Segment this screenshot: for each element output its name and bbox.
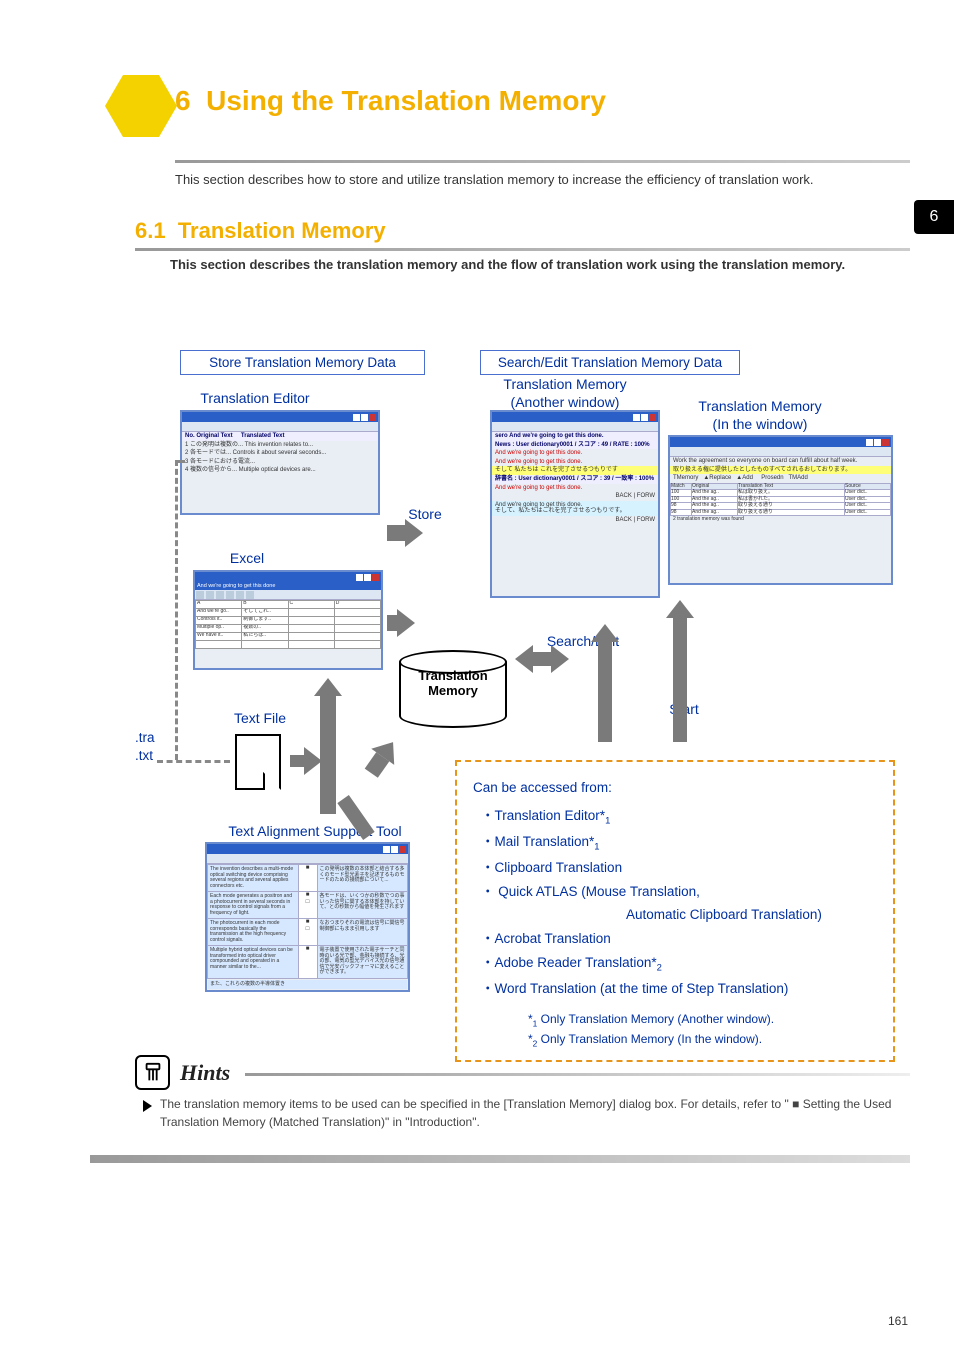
tm-another-window-screenshot: sero And we're going to get this done. N… <box>490 410 660 598</box>
tm-in-window-label: Translation Memory (In the window) <box>680 398 840 433</box>
access-item: Mail Translation*1 <box>481 830 877 856</box>
tm-in-window-line2: (In the window) <box>713 416 808 432</box>
access-item: Word Translation (at the time of Step Tr… <box>481 977 877 1001</box>
tm-another-window-line1: Translation Memory <box>503 376 626 392</box>
dashed-connector <box>175 460 178 760</box>
architecture-diagram: Store Translation Memory Data Search/Edi… <box>135 350 905 1042</box>
access-item: Adobe Reader Translation*2 <box>481 951 877 977</box>
bullet-arrow-icon <box>143 1100 152 1112</box>
alignment-tool-label: Text Alignment Support Tool <box>210 823 420 839</box>
divider <box>90 1155 910 1163</box>
tm-in-window-line1: Translation Memory <box>698 398 821 414</box>
hints-label: Hints <box>180 1060 230 1086</box>
double-arrow-icon <box>533 652 551 666</box>
access-item: Acrobat Translation <box>481 927 877 951</box>
arrow-icon <box>673 618 687 742</box>
cylinder-line1: Translation <box>418 668 487 683</box>
text-file-icon <box>235 734 281 790</box>
cylinder-line2: Memory <box>428 683 478 698</box>
store-tm-box: Store Translation Memory Data <box>180 350 425 375</box>
arrow-icon <box>320 714 336 814</box>
page-tab: 6 <box>914 200 954 234</box>
file-ext-tra: .tra <box>135 730 155 745</box>
section-lead: This section describes the translation m… <box>170 255 900 276</box>
translation-editor-screenshot: No. Original Text Translated Text 1 この発明… <box>180 410 380 515</box>
arrow-icon <box>598 642 612 742</box>
section-title: 6.1 Translation Memory <box>135 218 386 244</box>
chapter-title-text: Using the Translation Memory <box>206 85 606 116</box>
section-number: 6.1 <box>135 218 166 243</box>
can-access-box: Can be accessed from: Translation Editor… <box>455 760 895 1062</box>
chapter-number: 6 <box>175 85 191 116</box>
arrow-icon <box>387 615 397 631</box>
access-note: *2 Only Translation Memory (In the windo… <box>528 1030 877 1050</box>
tm-another-window-line2: (Another window) <box>511 394 620 410</box>
divider <box>245 1073 910 1076</box>
page-number-bottom: 161 <box>888 1314 908 1328</box>
arrow-icon <box>290 755 304 767</box>
access-title: Can be accessed from: <box>473 776 877 800</box>
excel-label: Excel <box>217 550 277 566</box>
arrow-icon <box>320 696 336 714</box>
text-file-label: Text File <box>220 710 300 726</box>
divider <box>175 160 910 163</box>
alignment-tool-screenshot: The invention describes a multi-mode opt… <box>205 842 410 992</box>
search-tm-box: Search/Edit Translation Memory Data <box>480 350 740 375</box>
access-note: *1 Only Translation Memory (Another wind… <box>528 1010 877 1030</box>
dashed-connector <box>175 460 185 463</box>
tm-in-window-screenshot: Work the agreement so everyone on board … <box>668 435 893 585</box>
excel-screenshot: And we're going to get this done ABCD An… <box>193 570 383 670</box>
chapter-title: 6 Using the Translation Memory <box>175 85 606 117</box>
section-title-text: Translation Memory <box>178 218 386 243</box>
access-item: Clipboard Translation <box>481 856 877 880</box>
hints-text: The translation memory items to be used … <box>160 1095 900 1131</box>
dashed-connector <box>157 760 230 763</box>
divider <box>135 248 910 251</box>
hints-icon <box>135 1055 170 1090</box>
hexagon-decor <box>105 75 177 137</box>
hexagon-decor <box>55 60 115 112</box>
access-item: Quick ATLAS (Mouse Translation, Automati… <box>481 880 877 927</box>
chapter-subtitle: This section describes how to store and … <box>175 170 895 190</box>
tm-another-window-label: Translation Memory (Another window) <box>485 376 645 411</box>
file-ext-txt: .txt <box>135 748 153 763</box>
hexagon-decor <box>65 118 125 170</box>
arrow-icon <box>365 752 390 778</box>
access-item: Translation Editor*1 <box>481 804 877 830</box>
arrow-icon <box>387 525 405 541</box>
translation-editor-label: Translation Editor <box>190 390 320 406</box>
translation-memory-db: Translation Memory <box>399 650 507 728</box>
